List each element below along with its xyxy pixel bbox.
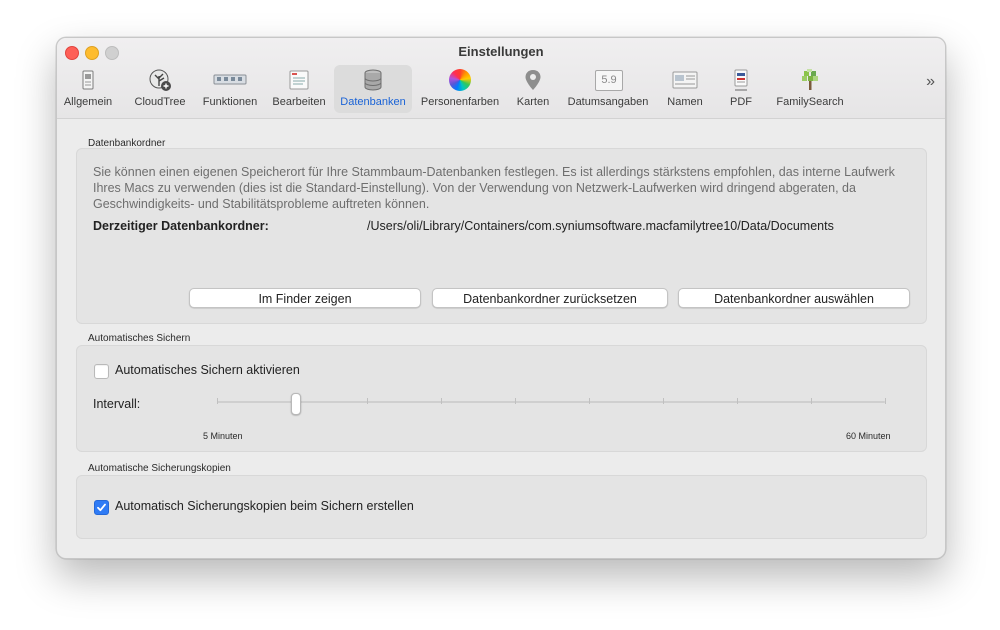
tab-bearbeiten[interactable]: Bearbeiten [267,65,331,113]
interval-label: Intervall: [93,397,141,411]
interval-min-label: 5 Minuten [203,431,243,441]
names-icon [671,68,699,92]
edit-icon [287,68,311,92]
color-wheel-icon [448,68,472,92]
tab-pdf[interactable]: PDF [721,65,761,113]
pdf-icon [729,68,753,92]
familysearch-tree-icon [798,68,822,92]
general-settings-icon [76,68,100,92]
titlebar: Einstellungen Allgemein CloudTree Funkti… [57,38,945,119]
current-folder-label: Derzeitiger Datenbankordner: [93,219,269,233]
autosave-checkbox[interactable] [94,364,109,379]
interval-slider-thumb[interactable] [291,393,301,415]
window-title: Einstellungen [458,44,544,59]
tab-namen[interactable]: Namen [659,65,711,113]
tab-datumsangaben[interactable]: 5.9 Datumsangaben [562,65,654,113]
slider-tick [589,398,590,404]
folder-description: Sie können einen eigenen Speicherort für… [93,165,895,211]
database-icon [361,68,385,92]
tab-label: CloudTree [134,96,186,108]
backup-section-title: Automatische Sicherungskopien [88,463,231,474]
current-folder-path: /Users/oli/Library/Containers/com.synium… [367,219,834,233]
tab-label: Namen [667,96,703,108]
map-pin-icon [521,68,545,92]
show-in-finder-button[interactable]: Im Finder zeigen [189,288,421,308]
tab-label: Datenbanken [340,96,406,108]
backup-checkbox[interactable] [94,500,109,515]
backup-checkbox-label: Automatisch Sicherungskopien beim Sicher… [115,499,414,513]
choose-folder-button[interactable]: Datenbankordner auswählen [678,288,910,308]
checkmark-icon [97,503,106,512]
tab-karten[interactable]: Karten [509,65,557,113]
preferences-toolbar: Allgemein CloudTree Funktionen Bearbeite… [57,65,945,115]
preferences-window: Einstellungen Allgemein CloudTree Funkti… [56,37,946,559]
toolbar-overflow-chevron-icon[interactable]: » [926,73,935,91]
tab-label: Allgemein [63,96,113,108]
slider-tick [663,398,664,404]
functions-icon [213,68,247,92]
tab-personenfarben[interactable]: Personenfarben [415,65,505,113]
slider-tick [217,398,218,404]
tab-cloudtree[interactable]: CloudTree [125,65,195,113]
tab-label: Personenfarben [420,96,500,108]
slider-tick [441,398,442,404]
tab-allgemein[interactable]: Allgemein [59,65,117,113]
tab-label: Datumsangaben [567,96,649,108]
tab-familysearch[interactable]: FamilySearch [769,65,851,113]
slider-tick [737,398,738,404]
slider-tick [367,398,368,404]
tab-funktionen[interactable]: Funktionen [197,65,263,113]
autosave-checkbox-label: Automatisches Sichern aktivieren [115,363,300,377]
slider-tick [885,398,886,404]
autosave-section-title: Automatisches Sichern [88,333,191,344]
date-icon: 5.9 [594,68,623,92]
interval-slider-track[interactable] [217,401,885,403]
interval-max-label: 60 Minuten [846,431,891,441]
tab-label: PDF [730,96,752,108]
tab-label: Karten [516,96,550,108]
tab-label: Funktionen [202,96,258,108]
tab-datenbanken[interactable]: Datenbanken [334,65,412,113]
tab-label: FamilySearch [776,96,844,108]
tab-label: Bearbeiten [272,96,326,108]
cloudtree-icon [148,68,172,92]
slider-tick [515,398,516,404]
slider-tick [811,398,812,404]
date-icon-text: 5.9 [595,70,623,91]
reset-folder-button[interactable]: Datenbankordner zurücksetzen [432,288,668,308]
